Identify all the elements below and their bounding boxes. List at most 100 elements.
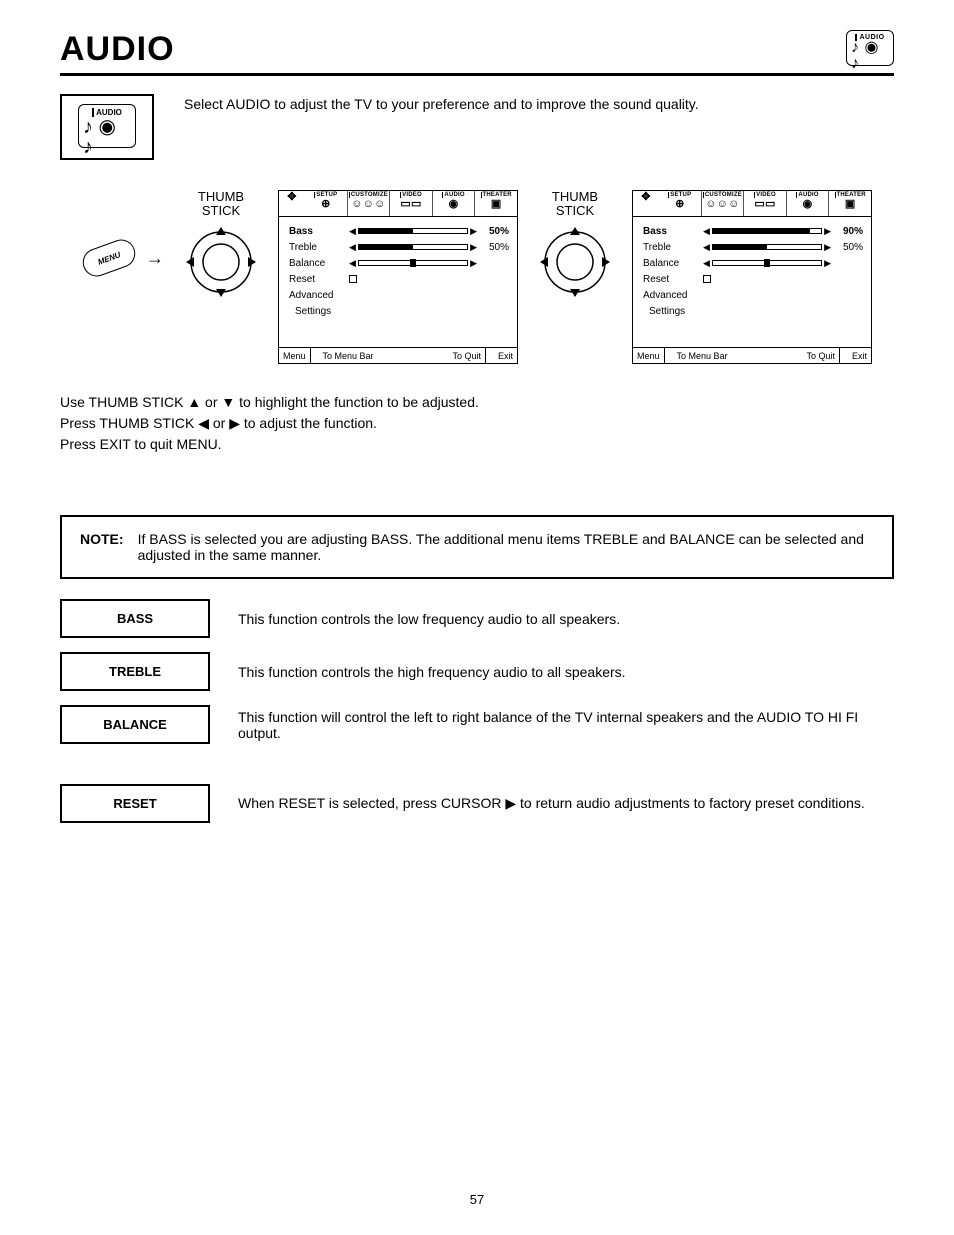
checkbox-icon[interactable] (349, 275, 357, 283)
osd-tab-customize[interactable]: CUSTOMIZE☺☺☺ (702, 191, 745, 216)
row-bass[interactable]: Bass ◀▶ 50% (289, 223, 509, 239)
balance-bar[interactable]: ◀▶ (703, 259, 831, 268)
balance-bar[interactable]: ◀▶ (349, 259, 477, 268)
osd-a-body: Bass ◀▶ 50% Treble ◀▶ 50% Balance ◀▶ Res… (279, 217, 517, 347)
treble-bar[interactable]: ◀▶ (349, 243, 477, 252)
osd-a-footer: Menu To Menu Bar To Quit Exit (279, 347, 517, 363)
thumb-stick-label: THUMB STICK (552, 190, 598, 219)
menu-button[interactable]: MENU (79, 236, 139, 281)
footer-bar: To Menu Bar (319, 351, 378, 361)
intro-text: Select AUDIO to adjust the TV to your pr… (184, 94, 699, 112)
audio-icon: ♪ ◉ ♪ (851, 40, 889, 72)
row-treble[interactable]: Treble ◀▶ 50% (289, 239, 509, 255)
func-desc-bass: This function controls the low frequency… (238, 611, 894, 627)
bass-label: Bass (643, 226, 699, 237)
func-desc-treble: This function controls the high frequenc… (238, 664, 894, 680)
treble-bar[interactable]: ◀▶ (703, 243, 831, 252)
note-box: NOTE: If BASS is selected you are adjust… (60, 515, 894, 579)
instructions: Use THUMB STICK ▲ or ▼ to highlight the … (60, 392, 894, 455)
treble-pct: 50% (835, 242, 863, 253)
footer-exit[interactable]: Exit (848, 351, 871, 361)
footer-quit: To Quit (448, 351, 485, 361)
row-settings: Settings (643, 303, 863, 319)
footer-menu[interactable]: Menu (279, 351, 310, 361)
row-balance[interactable]: Balance ◀▶ (289, 255, 509, 271)
func-desc-balance: This function will control the left to r… (238, 709, 894, 741)
thumb-stick-b: THUMB STICK (538, 190, 612, 299)
footer-quit: To Quit (802, 351, 839, 361)
balance-label: Balance (643, 258, 699, 269)
advanced-label-2: Settings (643, 306, 713, 317)
osd-a-tabs: ✥ SETUP⊕ CUSTOMIZE☺☺☺ VIDEO▭▭ AUDIO◉ THE… (279, 191, 517, 217)
intro-audio-icon: AUDIO ♪ ◉ ♪ (78, 104, 136, 148)
intro-icon-frame: AUDIO ♪ ◉ ♪ (60, 94, 154, 160)
menu-leadin: MENU → (82, 244, 164, 272)
reset-label: Reset (643, 274, 699, 285)
instruction-line-1: Use THUMB STICK ▲ or ▼ to highlight the … (60, 392, 894, 413)
row-reset[interactable]: Reset (289, 271, 509, 287)
advanced-label-1: Advanced (289, 290, 359, 301)
osd-tab-video[interactable]: VIDEO▭▭ (390, 191, 433, 216)
osd-tab-customize[interactable]: CUSTOMIZE☺☺☺ (348, 191, 391, 216)
diagram: MENU → THUMB STICK ✥ SETUP⊕ CUSTOMIZE☺☺☺… (60, 190, 894, 364)
balance-label: Balance (289, 258, 345, 269)
note-label: NOTE: (80, 531, 124, 563)
thumb-stick-label: THUMB STICK (198, 190, 244, 219)
row-settings: Settings (289, 303, 509, 319)
func-row-treble: TREBLE This function controls the high f… (60, 652, 894, 691)
osd-b-body: Bass ◀▶ 90% Treble ◀▶ 50% Balance ◀▶ Res… (633, 217, 871, 347)
thumb-stick-icon[interactable] (184, 225, 258, 299)
osd-tab-video[interactable]: VIDEO▭▭ (744, 191, 787, 216)
osd-screen-b: ✥ SETUP⊕ CUSTOMIZE☺☺☺ VIDEO▭▭ AUDIO◉ THE… (632, 190, 872, 364)
osd-b-footer: Menu To Menu Bar To Quit Exit (633, 347, 871, 363)
bass-bar[interactable]: ◀▶ (703, 227, 831, 236)
instruction-line-3: Press EXIT to quit MENU. (60, 434, 894, 455)
thumb-stick-icon[interactable] (538, 225, 612, 299)
audio-icon: ♪ ◉ ♪ (83, 117, 131, 157)
row-bass[interactable]: Bass ◀▶ 90% (643, 223, 863, 239)
page-title: AUDIO (60, 30, 894, 69)
footer-bar: To Menu Bar (673, 351, 732, 361)
osd-tab-pointer: ✥ (279, 191, 305, 216)
func-row-balance: BALANCE This function will control the l… (60, 705, 894, 744)
row-treble[interactable]: Treble ◀▶ 50% (643, 239, 863, 255)
osd-tab-theater[interactable]: THEATER▣ (829, 191, 871, 216)
osd-tab-pointer: ✥ (633, 191, 659, 216)
func-tag-bass: BASS (60, 599, 210, 638)
osd-screen-a: ✥ SETUP⊕ CUSTOMIZE☺☺☺ VIDEO▭▭ AUDIO◉ THE… (278, 190, 518, 364)
page-number: 57 (0, 1192, 954, 1207)
osd-tab-audio[interactable]: AUDIO◉ (433, 191, 476, 216)
title-rule (60, 73, 894, 76)
footer-menu[interactable]: Menu (633, 351, 664, 361)
row-reset[interactable]: Reset (643, 271, 863, 287)
note-text: If BASS is selected you are adjusting BA… (138, 531, 874, 563)
osd-tab-theater[interactable]: THEATER▣ (475, 191, 517, 216)
treble-label: Treble (643, 242, 699, 253)
osd-tab-setup[interactable]: SETUP⊕ (659, 191, 702, 216)
footer-exit[interactable]: Exit (494, 351, 517, 361)
instruction-line-2: Press THUMB STICK ◀ or ▶ to adjust the f… (60, 413, 894, 434)
osd-tab-audio[interactable]: AUDIO◉ (787, 191, 830, 216)
advanced-label-2: Settings (289, 306, 359, 317)
func-row-bass: BASS This function controls the low freq… (60, 599, 894, 638)
func-tag-reset: RESET (60, 784, 210, 823)
bass-pct: 50% (481, 226, 509, 237)
reset-label: Reset (289, 274, 345, 285)
func-tag-balance: BALANCE (60, 705, 210, 744)
treble-pct: 50% (481, 242, 509, 253)
row-advanced[interactable]: Advanced (643, 287, 863, 303)
bass-bar[interactable]: ◀▶ (349, 227, 477, 236)
row-balance[interactable]: Balance ◀▶ (643, 255, 863, 271)
arrow-right-icon: → (146, 248, 164, 269)
osd-b-tabs: ✥ SETUP⊕ CUSTOMIZE☺☺☺ VIDEO▭▭ AUDIO◉ THE… (633, 191, 871, 217)
checkbox-icon[interactable] (703, 275, 711, 283)
thumb-stick-a: THUMB STICK (184, 190, 258, 299)
osd-tab-setup[interactable]: SETUP⊕ (305, 191, 348, 216)
func-row-reset: RESET When RESET is selected, press CURS… (60, 784, 894, 823)
func-desc-reset: When RESET is selected, press CURSOR ▶ t… (238, 795, 894, 812)
corner-audio-icon: AUDIO ♪ ◉ ♪ (846, 30, 894, 66)
func-tag-treble: TREBLE (60, 652, 210, 691)
bass-label: Bass (289, 226, 345, 237)
advanced-label-1: Advanced (643, 290, 713, 301)
row-advanced[interactable]: Advanced (289, 287, 509, 303)
